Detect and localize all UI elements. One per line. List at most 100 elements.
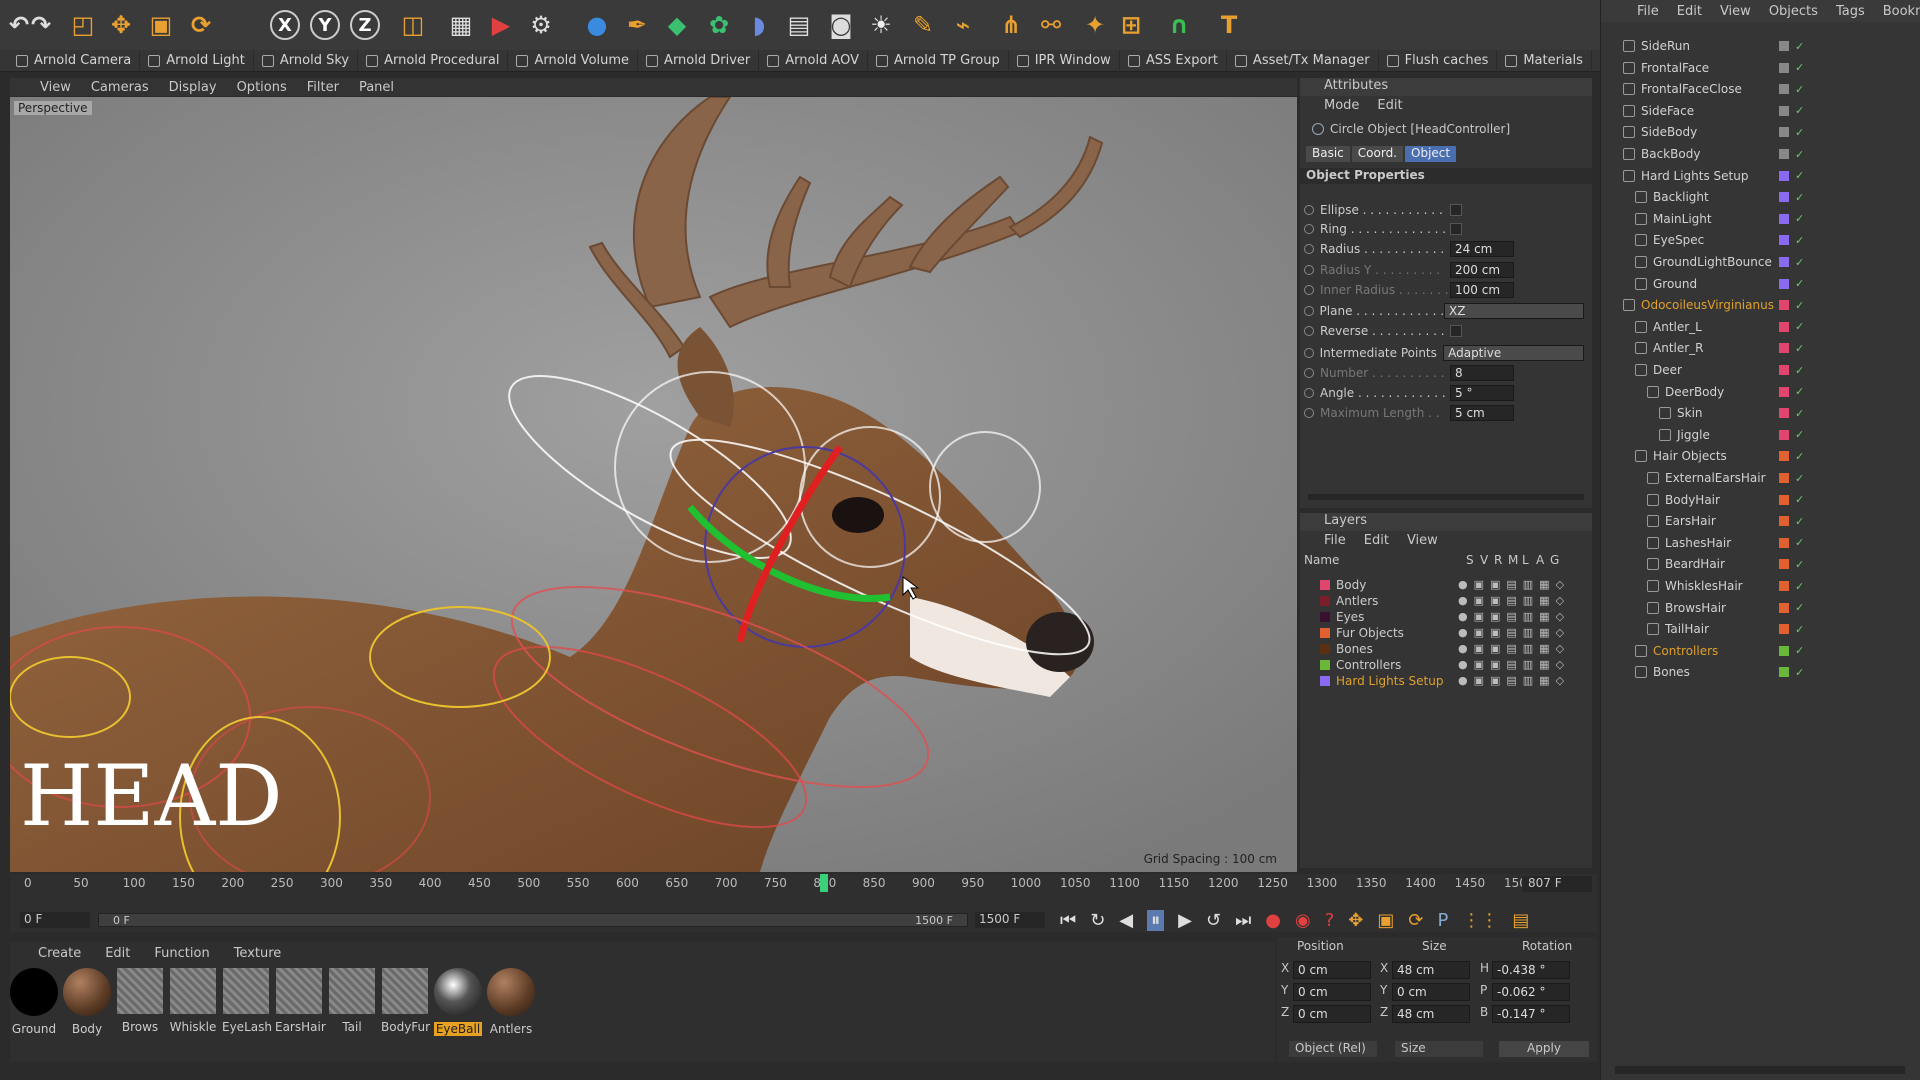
plugin-arnold-driver[interactable]: Arnold Driver — [638, 49, 760, 72]
next-key-icon[interactable]: ↺ — [1206, 910, 1221, 931]
visibility-check-icon[interactable]: ✓ — [1795, 126, 1804, 139]
layer-color-swatch[interactable] — [1320, 675, 1330, 686]
object-item[interactable]: WhisklesHair ✓ — [1601, 576, 1920, 596]
position-field[interactable]: 0 cm — [1293, 961, 1371, 979]
current-frame-field[interactable]: 807 F — [1522, 876, 1592, 892]
visibility-check-icon[interactable]: ✓ — [1795, 515, 1804, 528]
parameter-key-icon[interactable]: P — [1437, 910, 1448, 931]
object-item[interactable]: Hard Lights Setup ✓ — [1601, 166, 1920, 186]
material-ground[interactable]: Ground — [10, 968, 58, 1036]
object-item[interactable]: Backlight ✓ — [1601, 187, 1920, 207]
object-item[interactable]: Skin ✓ — [1601, 403, 1920, 423]
go-end-icon[interactable]: ⏭ — [1235, 910, 1251, 931]
object-item[interactable]: Antler_L ✓ — [1601, 317, 1920, 337]
layer-tag-icon[interactable] — [1779, 127, 1789, 138]
layers-col-m[interactable]: M — [1508, 553, 1518, 567]
record-icon[interactable]: ● — [1265, 910, 1281, 931]
layer-tag-icon[interactable] — [1779, 386, 1789, 397]
object-item[interactable]: EyeSpec ✓ — [1601, 230, 1920, 250]
visibility-check-icon[interactable]: ✓ — [1795, 623, 1804, 636]
prop-checkbox[interactable] — [1450, 204, 1462, 216]
playhead[interactable] — [820, 874, 829, 892]
layer-tag-icon[interactable] — [1779, 84, 1789, 95]
object-menu-objects[interactable]: Objects — [1769, 4, 1818, 19]
animate-radio-icon[interactable] — [1304, 244, 1314, 254]
object-item[interactable]: MainLight ✓ — [1601, 209, 1920, 229]
object-item[interactable]: Bones ✓ — [1601, 662, 1920, 682]
render-icon[interactable]: ▶ — [482, 6, 520, 44]
y-axis-icon[interactable]: Y — [310, 10, 340, 40]
prop-checkbox[interactable] — [1450, 325, 1462, 337]
z-axis-icon[interactable]: Z — [350, 10, 380, 40]
material-eyeball[interactable]: EyeBall — [434, 968, 482, 1036]
floor-icon[interactable]: ▤ — [780, 6, 818, 44]
layer-tag-icon[interactable] — [1779, 62, 1789, 73]
prop-value-field[interactable]: 5 ° — [1450, 385, 1514, 401]
scale-icon[interactable]: ▣ — [142, 6, 180, 44]
object-item[interactable]: SideBody ✓ — [1601, 122, 1920, 142]
layer-tag-icon[interactable] — [1779, 192, 1789, 203]
tab-basic[interactable]: Basic — [1306, 146, 1350, 162]
viewport-menu-options[interactable]: Options — [237, 80, 287, 95]
animate-radio-icon[interactable] — [1304, 368, 1314, 378]
render-view-icon[interactable]: ▦ — [442, 6, 480, 44]
pause-icon[interactable]: ⏸ — [1147, 909, 1165, 931]
object-item[interactable]: OdocoileusVirginianus ✓ — [1601, 295, 1920, 315]
layers-col-v[interactable]: V — [1480, 553, 1488, 567]
layer-color-swatch[interactable] — [1320, 627, 1330, 638]
layer-tag-icon[interactable] — [1779, 667, 1789, 678]
object-menu-bookmarks[interactable]: Bookmarks — [1883, 4, 1920, 19]
prev-key-icon[interactable]: ↻ — [1090, 910, 1105, 931]
sphere-icon[interactable]: ● — [578, 6, 616, 44]
material-whiskle[interactable]: Whiskle — [169, 968, 217, 1034]
sculpt-icon[interactable]: ✎ — [904, 6, 942, 44]
viewport-menu-filter[interactable]: Filter — [307, 80, 339, 95]
visibility-check-icon[interactable]: ✓ — [1795, 364, 1804, 377]
prop-value-field[interactable]: XZ — [1444, 303, 1584, 319]
cube-icon[interactable]: ◆ — [658, 6, 696, 44]
position-field[interactable]: 0 cm — [1293, 1005, 1371, 1023]
layer-toggles-icon[interactable]: ●▣▣▤▥▦◇ — [1458, 610, 1570, 623]
blank-icon[interactable] — [224, 6, 262, 44]
object-item[interactable]: Jiggle ✓ — [1601, 425, 1920, 445]
visibility-check-icon[interactable]: ✓ — [1795, 212, 1804, 225]
object-item[interactable]: EarsHair ✓ — [1601, 511, 1920, 531]
object-item[interactable]: BodyHair ✓ — [1601, 490, 1920, 510]
timeline-ruler[interactable]: 0 50 100 150 200 250 300 350 400 450 500 550 600 650 7… — [24, 874, 1535, 894]
visibility-check-icon[interactable]: ✓ — [1795, 277, 1804, 290]
visibility-check-icon[interactable]: ✓ — [1795, 472, 1804, 485]
layer-color-swatch[interactable] — [1320, 659, 1330, 670]
hair-icon[interactable]: ✦ — [1076, 6, 1114, 44]
rotation-field[interactable]: -0.147 ° — [1492, 1005, 1570, 1023]
camera-icon[interactable]: ◙ — [822, 6, 860, 44]
attributes-scrollbar[interactable] — [1308, 494, 1584, 500]
object-item[interactable]: LashesHair ✓ — [1601, 533, 1920, 553]
object-item[interactable]: TailHair ✓ — [1601, 619, 1920, 639]
plugin-asset-tx-manager[interactable]: Asset/Tx Manager — [1227, 49, 1379, 72]
size-field[interactable]: 48 cm — [1392, 961, 1470, 979]
visibility-check-icon[interactable]: ✓ — [1795, 234, 1804, 247]
layer-tag-icon[interactable] — [1779, 645, 1789, 656]
material-menu-edit[interactable]: Edit — [105, 946, 130, 961]
visibility-check-icon[interactable]: ✓ — [1795, 450, 1804, 463]
visibility-check-icon[interactable]: ✓ — [1795, 385, 1804, 398]
material-tail[interactable]: Tail — [328, 968, 376, 1034]
object-menu-file[interactable]: File — [1637, 4, 1659, 19]
plugin-arnold-camera[interactable]: Arnold Camera — [8, 49, 141, 72]
layer-tag-icon[interactable] — [1779, 473, 1789, 483]
material-antlers[interactable]: Antlers — [487, 968, 535, 1036]
next-frame-icon[interactable]: ▶ — [1178, 910, 1192, 931]
visibility-check-icon[interactable]: ✓ — [1795, 299, 1804, 312]
layer-row[interactable]: Body ●▣▣▤▥▦◇ — [1320, 577, 1584, 592]
plugin-arnold-light[interactable]: Arnold Light — [140, 49, 254, 72]
keyframe-selection-icon[interactable]: ? — [1325, 910, 1335, 931]
tab-coord[interactable]: Coord. — [1351, 146, 1403, 162]
object-item[interactable]: SideRun ✓ — [1601, 36, 1920, 56]
plugin-ass-export[interactable]: ASS Export — [1120, 49, 1227, 72]
rotation-key-icon[interactable]: ⟳ — [1408, 910, 1423, 931]
attr-menu-edit[interactable]: Edit — [1377, 98, 1402, 113]
visibility-check-icon[interactable]: ✓ — [1795, 169, 1804, 182]
go-start-icon[interactable]: ⏮ — [1060, 910, 1076, 931]
animate-radio-icon[interactable] — [1304, 224, 1314, 234]
object-item[interactable]: Controllers ✓ — [1601, 641, 1920, 661]
